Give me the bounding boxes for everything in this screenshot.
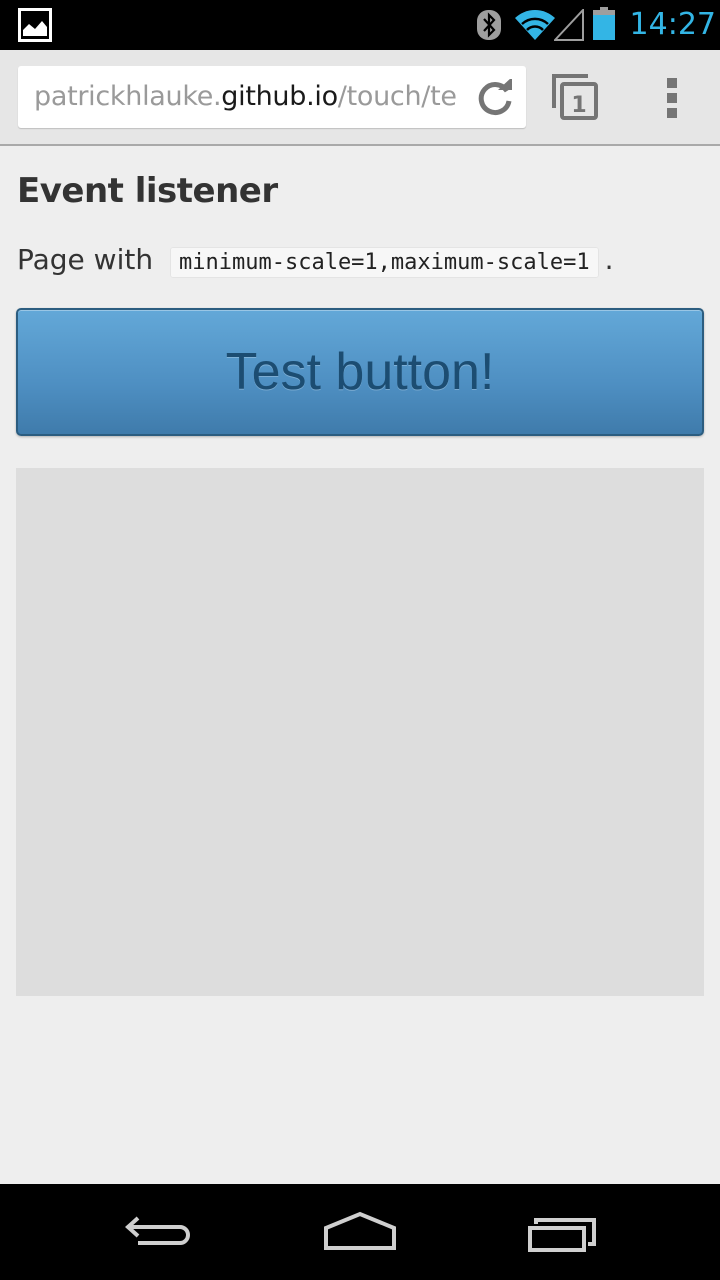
- page-content: Event listener Page with minimum-scale=1…: [0, 146, 720, 1184]
- test-button[interactable]: Test button!: [16, 308, 704, 436]
- recent-apps-icon[interactable]: [522, 1206, 602, 1258]
- phone-screen: 14:27 patrickhlauke.github.io/touch/te 1…: [0, 0, 720, 1280]
- signal-icon: [554, 9, 584, 41]
- status-bar: 14:27: [0, 0, 720, 50]
- browser-toolbar: patrickhlauke.github.io/touch/te 1: [0, 50, 720, 146]
- description-suffix: .: [604, 243, 614, 276]
- address-bar[interactable]: patrickhlauke.github.io/touch/te: [18, 66, 526, 128]
- back-icon[interactable]: [120, 1206, 200, 1258]
- viewport-code: minimum-scale=1,maximum-scale=1: [170, 247, 599, 278]
- page-title: Event listener: [17, 171, 278, 211]
- gallery-icon: [18, 8, 52, 42]
- battery-icon: [593, 7, 615, 40]
- bluetooth-icon: [477, 10, 501, 40]
- navigation-bar: [0, 1184, 720, 1280]
- page-description: Page with minimum-scale=1,maximum-scale=…: [17, 238, 707, 285]
- wifi-icon: [515, 10, 555, 40]
- tab-count: 1: [571, 93, 586, 118]
- reload-icon[interactable]: [476, 79, 514, 117]
- home-icon[interactable]: [320, 1206, 400, 1258]
- url-prefix: patrickhlauke.: [34, 81, 222, 112]
- description-prefix: Page with: [17, 243, 154, 276]
- url-host: github.io: [221, 81, 338, 112]
- status-clock: 14:27: [629, 7, 716, 42]
- tabs-icon-shape: 1: [552, 74, 598, 120]
- event-output-area: [16, 468, 704, 996]
- url-text[interactable]: patrickhlauke.github.io/touch/te: [34, 66, 462, 128]
- overflow-menu-icon[interactable]: [662, 76, 682, 120]
- tabs-icon[interactable]: 1: [552, 74, 600, 122]
- url-suffix: /touch/te: [337, 81, 457, 112]
